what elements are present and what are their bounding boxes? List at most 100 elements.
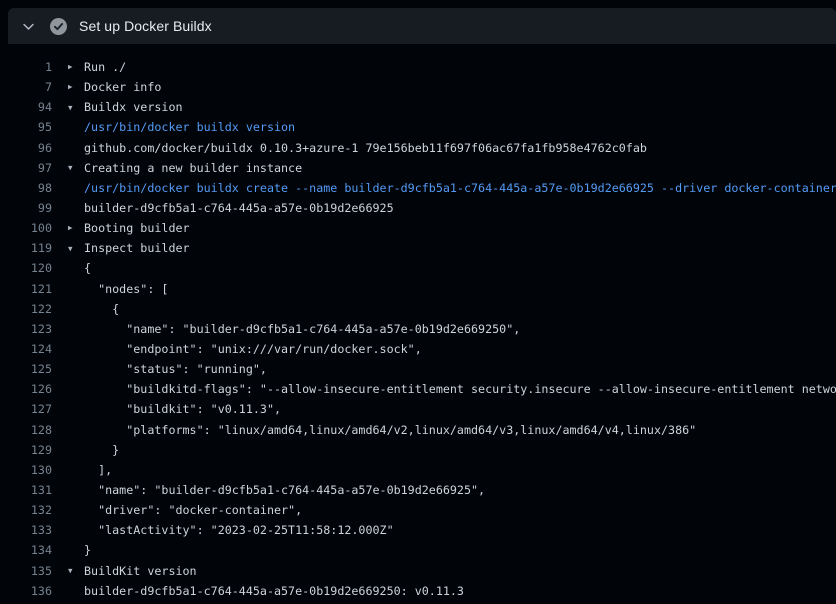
log-text: { [84, 261, 91, 275]
log-group-toggle[interactable]: ▶Docker info [68, 80, 836, 94]
log-text: } [84, 543, 91, 557]
log-output-text: "endpoint": "unix:///var/run/docker.sock… [68, 342, 836, 356]
log-line: 133 "lastActivity": "2023-02-25T11:58:12… [0, 520, 836, 540]
log-text: /usr/bin/docker buildx create --name bui… [84, 181, 836, 195]
log-line: 119 ▼Inspect builder [0, 238, 836, 258]
log-group-toggle[interactable]: ▼Inspect builder [68, 241, 836, 255]
group-title: Docker info [84, 80, 161, 94]
log-line: 134} [0, 540, 836, 560]
log-line: 7 ▶Docker info [0, 77, 836, 97]
chevron-down-icon[interactable] [16, 14, 40, 38]
line-number[interactable]: 126 [0, 382, 52, 396]
log-text: "buildkitd-flags": "--allow-insecure-ent… [84, 382, 836, 396]
check-circle-icon [50, 18, 67, 35]
line-number[interactable]: 132 [0, 503, 52, 517]
log-output-text: "name": "builder-d9cfb5a1-c764-445a-a57e… [68, 322, 836, 336]
log-group-toggle[interactable]: ▶Booting builder [68, 221, 836, 235]
log-output-text: } [68, 443, 836, 457]
triangle-down-icon: ▼ [68, 567, 84, 575]
log-text: "endpoint": "unix:///var/run/docker.sock… [84, 342, 422, 356]
log-group-toggle[interactable]: ▼BuildKit version [68, 564, 836, 578]
line-number[interactable]: 119 [0, 241, 52, 255]
log-output-text: ], [68, 463, 836, 477]
line-number[interactable]: 100 [0, 221, 52, 235]
line-number[interactable]: 128 [0, 423, 52, 437]
log-output-text: "platforms": "linux/amd64,linux/amd64/v2… [68, 423, 836, 437]
log-text: "name": "builder-d9cfb5a1-c764-445a-a57e… [84, 483, 485, 497]
group-title: BuildKit version [84, 564, 197, 578]
log-text: "platforms": "linux/amd64,linux/amd64/v2… [84, 423, 696, 437]
log-group-toggle[interactable]: ▼Buildx version [68, 100, 836, 114]
group-title: Inspect builder [84, 241, 190, 255]
group-title: Creating a new builder instance [84, 161, 302, 175]
log-line: 96 github.com/docker/buildx 0.10.3+azure-… [0, 138, 836, 158]
log-line: 135 ▼BuildKit version [0, 561, 836, 581]
log-text: "buildkit": "v0.11.3", [84, 402, 281, 416]
line-number[interactable]: 125 [0, 362, 52, 376]
log-text: "lastActivity": "2023-02-25T11:58:12.000… [84, 523, 394, 537]
group-title: Run ./ [84, 60, 126, 74]
line-number[interactable]: 130 [0, 463, 52, 477]
line-number[interactable]: 129 [0, 443, 52, 457]
log-group-toggle[interactable]: ▶Run ./ [68, 60, 836, 74]
log-area: 1▶Run ./7▶Docker info94▼Buildx version95… [0, 44, 836, 601]
line-number[interactable]: 97 [0, 161, 52, 175]
triangle-right-icon: ▶ [68, 63, 84, 71]
log-text: "status": "running", [84, 362, 267, 376]
line-number[interactable]: 95 [0, 120, 52, 134]
line-number[interactable]: 94 [0, 100, 52, 114]
log-text: /usr/bin/docker buildx version [84, 120, 295, 134]
log-output-text: "nodes": [ [68, 282, 836, 296]
triangle-down-icon: ▼ [68, 245, 84, 253]
line-number[interactable]: 7 [0, 80, 52, 94]
log-output-text: "name": "builder-d9cfb5a1-c764-445a-a57e… [68, 483, 836, 497]
log-output-text: github.com/docker/buildx 0.10.3+azure-1 … [68, 141, 836, 155]
log-line: 120 { [0, 258, 836, 278]
log-line: 124 "endpoint": "unix:///var/run/docker.… [0, 339, 836, 359]
step-header[interactable]: Set up Docker Buildx [8, 8, 836, 44]
triangle-down-icon: ▼ [68, 104, 84, 112]
line-number[interactable]: 1 [0, 60, 52, 74]
group-title: Booting builder [84, 221, 190, 235]
line-number[interactable]: 123 [0, 322, 52, 336]
line-number[interactable]: 124 [0, 342, 52, 356]
line-number[interactable]: 121 [0, 282, 52, 296]
line-number[interactable]: 122 [0, 302, 52, 316]
log-line: 128 "platforms": "linux/amd64,linux/amd6… [0, 420, 836, 440]
line-number[interactable]: 99 [0, 201, 52, 215]
log-line: 126 "buildkitd-flags": "--allow-insecure… [0, 379, 836, 399]
line-number[interactable]: 134 [0, 543, 52, 557]
log-line: 94 ▼Buildx version [0, 97, 836, 117]
log-line: 97 ▼Creating a new builder instance [0, 158, 836, 178]
log-text: builder-d9cfb5a1-c764-445a-a57e-0b19d2e6… [84, 584, 464, 598]
log-output-text: "buildkit": "v0.11.3", [68, 402, 836, 416]
line-number[interactable]: 131 [0, 483, 52, 497]
line-number[interactable]: 135 [0, 564, 52, 578]
log-output-text: "buildkitd-flags": "--allow-insecure-ent… [68, 382, 836, 396]
log-output-text: "lastActivity": "2023-02-25T11:58:12.000… [68, 523, 836, 537]
log-line: 132 "driver": "docker-container", [0, 500, 836, 520]
log-line: 95/usr/bin/docker buildx version [0, 117, 836, 137]
log-command-text: /usr/bin/docker buildx create --name bui… [68, 181, 836, 195]
log-text: "driver": "docker-container", [84, 503, 302, 517]
log-output-text: "status": "running", [68, 362, 836, 376]
line-number[interactable]: 96 [0, 141, 52, 155]
log-output-text: builder-d9cfb5a1-c764-445a-a57e-0b19d2e6… [68, 584, 836, 598]
log-group-toggle[interactable]: ▼Creating a new builder instance [68, 161, 836, 175]
log-output-text: { [68, 302, 836, 316]
step-title: Set up Docker Buildx [79, 18, 212, 34]
line-number[interactable]: 98 [0, 181, 52, 195]
log-command-text: /usr/bin/docker buildx version [68, 120, 836, 134]
line-number[interactable]: 120 [0, 261, 52, 275]
triangle-right-icon: ▶ [68, 83, 84, 91]
line-number[interactable]: 127 [0, 402, 52, 416]
log-text: builder-d9cfb5a1-c764-445a-a57e-0b19d2e6… [84, 201, 394, 215]
log-line: 98/usr/bin/docker buildx create --name b… [0, 178, 836, 198]
log-line: 121 "nodes": [ [0, 279, 836, 299]
group-title: Buildx version [84, 100, 183, 114]
log-line: 136 builder-d9cfb5a1-c764-445a-a57e-0b19d… [0, 581, 836, 601]
log-line: 122 { [0, 299, 836, 319]
line-number[interactable]: 136 [0, 584, 52, 598]
line-number[interactable]: 133 [0, 523, 52, 537]
log-line: 131 "name": "builder-d9cfb5a1-c764-445a-… [0, 480, 836, 500]
